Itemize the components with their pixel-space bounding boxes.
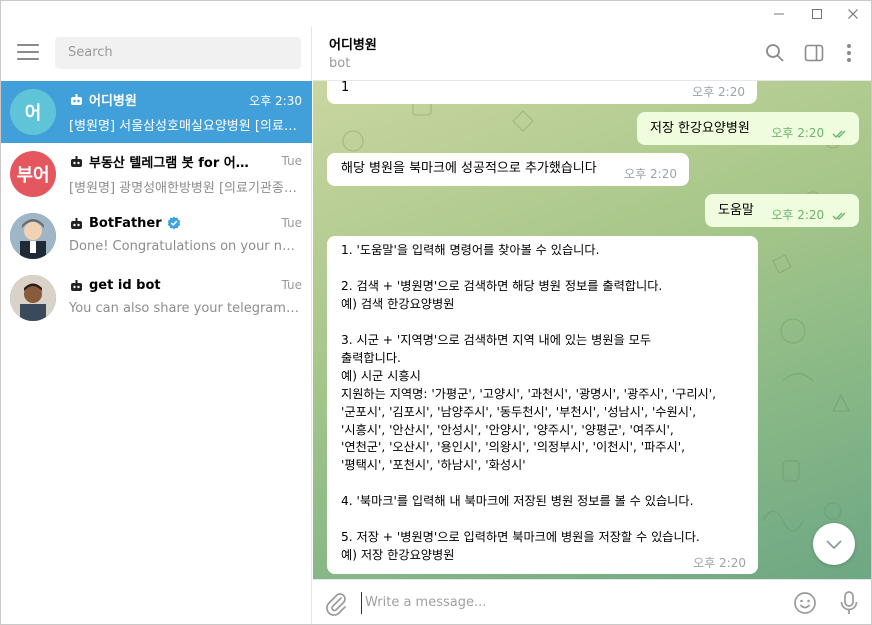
chat-time: Tue (281, 216, 303, 230)
chat-title-text: get id bot (89, 277, 161, 293)
message-composer: Write a message... (313, 579, 871, 624)
bot-icon (71, 155, 82, 167)
avatar-initials: 어 (24, 103, 42, 124)
chat-list-header: Search (1, 27, 312, 81)
chat-time: Tue (281, 278, 303, 292)
read-double-check-icon (832, 212, 846, 220)
avatar-initials: 부어 (16, 165, 50, 186)
avatar: 부어 (10, 151, 56, 197)
title-bar (1, 1, 871, 27)
chat-time: Tue (281, 154, 303, 168)
avatar (10, 275, 56, 321)
paperclip-icon (326, 593, 346, 616)
message-text: 1 (341, 81, 350, 95)
smile-icon (794, 592, 816, 614)
chat-title: 부동산 텔레그램 봇 for 어디병원 (69, 152, 249, 170)
chat-preview: You can also share your telegram contact (69, 301, 301, 316)
chat-time: 오후 2:30 (249, 94, 302, 108)
peer-status: bot (329, 56, 351, 71)
minimize-button[interactable] (761, 1, 797, 27)
message-text: 1. '도움말'을 입력해 명령어를 찾아볼 수 있습니다. 2. 검색 + '… (341, 243, 716, 563)
chat-preview: Done! Congratulations on your new bot. Y… (69, 239, 301, 254)
bot-icon (71, 279, 82, 291)
chat-title-text: 부동산 텔레그램 봇 for 어디병원 (89, 155, 249, 171)
read-double-check-icon (832, 130, 846, 138)
chat-title: BotFather (69, 214, 249, 232)
bot-icon (71, 217, 82, 229)
more-vertical-icon (847, 44, 851, 62)
chat-list-panel: Search 어 어디병원 오후 2:30 [병원명] 서울삼성호매실요양병원 … (1, 27, 312, 624)
voice-record-button[interactable] (837, 590, 861, 616)
minimize-icon (774, 13, 784, 15)
chat-list-item-get-id-bot[interactable]: get id bot Tue You can also share your t… (1, 267, 312, 329)
more-options-button[interactable] (837, 41, 861, 65)
message-bubble-incoming[interactable]: 1. '도움말'을 입력해 명령어를 찾아볼 수 있습니다. 2. 검색 + '… (327, 236, 758, 574)
message-input[interactable]: Write a message... (361, 592, 781, 614)
chat-title: 어디병원 (69, 90, 249, 108)
message-time: 오후 2:20 (771, 208, 825, 222)
close-button[interactable] (835, 1, 871, 27)
maximize-button[interactable] (799, 1, 835, 27)
get-id-bot-avatar-image (10, 275, 56, 321)
message-time: 오후 2:20 (692, 85, 745, 99)
menu-icon[interactable] (17, 44, 39, 64)
chat-preview: [병원명] 광명성애한방병원 [의료기관종별] 한방병원 (69, 181, 301, 196)
message-bubble-incoming[interactable]: 1 오후 2:20 (327, 81, 757, 104)
avatar (10, 213, 56, 259)
message-text: 도움말 (718, 203, 754, 218)
message-area[interactable]: 1 오후 2:20 저장 한강요양병원 오후 2:20 해당 병원을 북마크에 … (313, 81, 871, 579)
message-time: 오후 2:20 (624, 167, 677, 181)
chat-title: get id bot (69, 276, 249, 294)
message-time: 오후 2:20 (693, 556, 746, 570)
message-meta: 오후 2:20 (771, 124, 849, 142)
bot-icon (71, 93, 82, 105)
attach-button[interactable] (323, 590, 349, 616)
conversation-panel: 어디병원 bot 1 오후 2:20 저장 한강요양병원 오후 2:20 해당 … (313, 27, 871, 624)
sidebar-toggle-icon (804, 44, 824, 62)
scroll-to-bottom-button[interactable] (813, 523, 855, 565)
search-button[interactable] (763, 41, 787, 65)
search-input[interactable]: Search (55, 37, 301, 69)
emoji-button[interactable] (793, 591, 817, 615)
chat-preview: [병원명] 서울삼성호매실요양병원 [의료기관종별] 요양병원 (69, 119, 301, 134)
chevron-down-icon (826, 540, 842, 550)
chat-header: 어디병원 bot (313, 27, 871, 81)
maximize-icon (812, 9, 822, 19)
message-bubble-outgoing[interactable]: 저장 한강요양병원 오후 2:20 (637, 112, 859, 145)
message-time: 오후 2:20 (771, 126, 825, 140)
chat-list-item-botfather[interactable]: BotFather Tue Done! Congratulations on y… (1, 205, 312, 267)
verified-icon (167, 216, 180, 230)
telegram-window: Search 어 어디병원 오후 2:30 [병원명] 서울삼성호매실요양병원 … (0, 0, 872, 625)
message-bubble-outgoing[interactable]: 도움말 오후 2:20 (705, 194, 859, 227)
peer-name[interactable]: 어디병원 (329, 34, 377, 53)
chat-title-text: BotFather (89, 215, 162, 231)
message-text: 저장 한강요양병원 (650, 121, 750, 136)
message-text: 해당 병원을 북마크에 성공적으로 추가했습니다 (341, 161, 597, 176)
avatar: 어 (10, 89, 56, 135)
sidebar-toggle-button[interactable] (802, 41, 826, 65)
chat-list-item-부동산-봇[interactable]: 부어 부동산 텔레그램 봇 for 어디병원 Tue [병원명] 광명성애한방병… (1, 143, 312, 205)
message-meta: 오후 2:20 (771, 206, 849, 224)
chat-title-text: 어디병원 (89, 93, 137, 109)
close-icon (848, 9, 858, 19)
message-bubble-incoming[interactable]: 해당 병원을 북마크에 성공적으로 추가했습니다 오후 2:20 (327, 153, 689, 186)
microphone-icon (840, 591, 858, 614)
chat-list-item-어디병원[interactable]: 어 어디병원 오후 2:30 [병원명] 서울삼성호매실요양병원 [의료기관종별… (1, 81, 312, 143)
search-icon (766, 44, 784, 62)
botfather-avatar-image (10, 213, 56, 259)
